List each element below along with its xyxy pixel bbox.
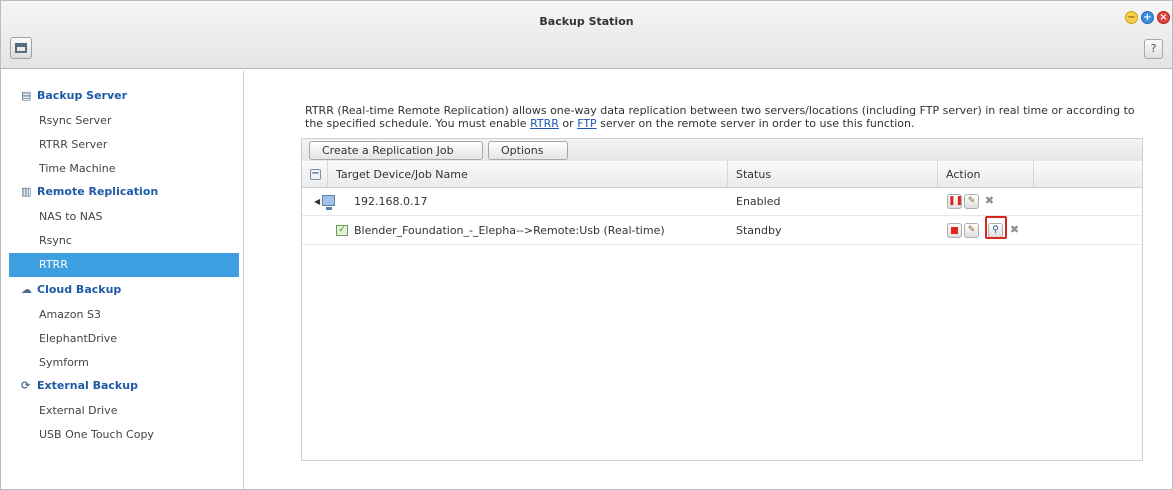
- section-cloud-backup[interactable]: ☁ Cloud Backup: [21, 281, 121, 299]
- sidebar-item-amazon-s3[interactable]: Amazon S3: [9, 303, 239, 327]
- column-status[interactable]: Status: [728, 161, 938, 188]
- backup-station-window: Backup Station − + × ? ▤ Backup Server Rs…: [0, 0, 1173, 490]
- menu-icon: [15, 43, 27, 53]
- section-external-backup[interactable]: ⟳ External Backup: [21, 377, 138, 395]
- sidebar: ▤ Backup Server Rsync Server RTRR Server …: [9, 81, 239, 481]
- expand-arrow-icon[interactable]: ◀: [314, 188, 320, 216]
- pause-icon[interactable]: ❚❚: [947, 194, 963, 209]
- cloud-icon: ☁: [21, 283, 32, 296]
- edit-icon[interactable]: ✎: [964, 223, 979, 238]
- maximize-icon[interactable]: +: [1141, 11, 1154, 24]
- table-row[interactable]: ✓ Blender_Foundation_-_Elepha-->Remote:U…: [302, 217, 1142, 245]
- section-remote-replication[interactable]: ▥ Remote Replication: [21, 183, 158, 201]
- view-button-highlight: [985, 216, 1007, 239]
- device-status: Enabled: [736, 195, 781, 208]
- table-row[interactable]: ◀ 192.168.0.17 Enabled ❚❚ ✎ ✖: [302, 188, 1142, 216]
- column-target-device[interactable]: Target Device/Job Name: [328, 161, 728, 188]
- job-status: Standby: [736, 224, 782, 237]
- replication-icon: ▥: [21, 185, 32, 198]
- job-toolbar: Create a Replication Job Options: [301, 138, 1143, 162]
- close-icon[interactable]: ×: [1157, 11, 1170, 24]
- collapse-icon[interactable]: −: [310, 169, 321, 180]
- app-menu-button[interactable]: [10, 37, 32, 59]
- delete-icon[interactable]: ✖: [1007, 223, 1022, 238]
- sidebar-item-time-machine[interactable]: Time Machine: [9, 157, 239, 181]
- sidebar-item-symform[interactable]: Symform: [9, 351, 239, 375]
- window-title: Backup Station: [539, 15, 634, 28]
- panel-divider: [243, 71, 244, 490]
- section-backup-server[interactable]: ▤ Backup Server: [21, 87, 127, 105]
- sync-icon: ⟳: [21, 379, 31, 392]
- ftp-link[interactable]: FTP: [577, 117, 597, 130]
- help-button[interactable]: ?: [1144, 39, 1163, 59]
- delete-icon[interactable]: ✖: [982, 194, 997, 209]
- column-action[interactable]: Action: [938, 161, 1034, 188]
- collapse-all-cell[interactable]: −: [302, 161, 328, 188]
- stop-icon[interactable]: [947, 223, 962, 238]
- sidebar-item-elephantdrive[interactable]: ElephantDrive: [9, 327, 239, 351]
- options-button[interactable]: Options: [488, 141, 568, 160]
- sidebar-item-usb-one-touch-copy[interactable]: USB One Touch Copy: [9, 423, 239, 447]
- job-name: Blender_Foundation_-_Elepha-->Remote:Usb…: [354, 224, 665, 237]
- sidebar-item-rsync-server[interactable]: Rsync Server: [9, 109, 239, 133]
- device-name: 192.168.0.17: [354, 195, 428, 208]
- rtrr-description: RTRR (Real-time Remote Replication) allo…: [305, 104, 1135, 130]
- sidebar-item-rtrr-server[interactable]: RTRR Server: [9, 133, 239, 157]
- sidebar-item-rsync[interactable]: Rsync: [9, 229, 239, 253]
- computer-icon: [322, 195, 335, 210]
- sidebar-item-rtrr[interactable]: RTRR: [9, 253, 239, 277]
- replication-job-table: − Target Device/Job Name Status Action ◀…: [301, 161, 1143, 461]
- create-replication-job-button[interactable]: Create a Replication Job: [309, 141, 483, 160]
- sidebar-item-external-drive[interactable]: External Drive: [9, 399, 239, 423]
- job-check-icon: ✓: [336, 225, 348, 236]
- table-header: − Target Device/Job Name Status Action: [302, 161, 1142, 188]
- server-icon: ▤: [21, 89, 32, 102]
- edit-icon[interactable]: ✎: [964, 194, 979, 209]
- rtrr-link[interactable]: RTRR: [530, 117, 559, 130]
- title-bar: Backup Station − + × ?: [1, 1, 1172, 69]
- minimize-icon[interactable]: −: [1125, 11, 1138, 24]
- sidebar-item-nas-to-nas[interactable]: NAS to NAS: [9, 205, 239, 229]
